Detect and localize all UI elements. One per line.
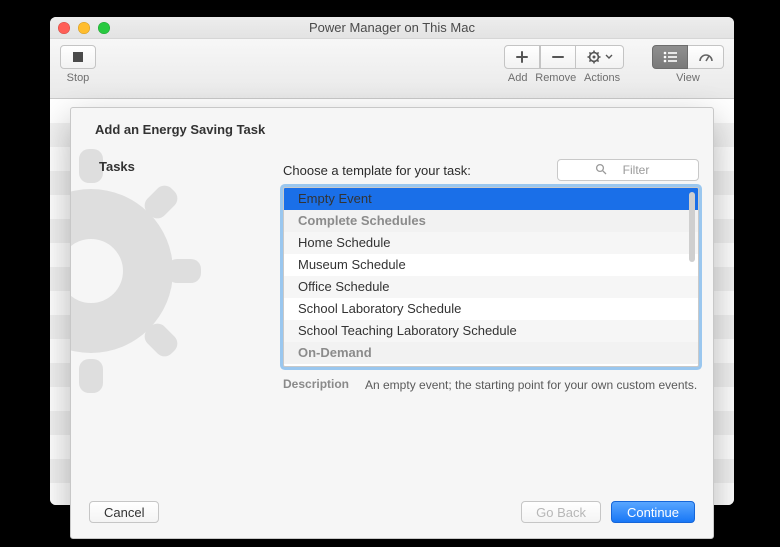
titlebar: Power Manager on This Mac bbox=[50, 17, 734, 39]
go-back-button[interactable]: Go Back bbox=[521, 501, 601, 523]
close-window-button[interactable] bbox=[58, 22, 70, 34]
choose-template-label: Choose a template for your task: bbox=[283, 163, 471, 178]
view-list-button[interactable] bbox=[652, 45, 688, 69]
task-sheet: Add an Energy Saving Task bbox=[70, 107, 714, 539]
toolbar: Stop Add bbox=[50, 39, 734, 99]
window-title: Power Manager on This Mac bbox=[50, 20, 734, 35]
list-icon bbox=[662, 51, 678, 63]
list-item[interactable]: Home Schedule bbox=[284, 232, 698, 254]
view-label: View bbox=[652, 72, 724, 84]
gauge-icon bbox=[698, 51, 714, 63]
list-item[interactable]: Museum Schedule bbox=[284, 254, 698, 276]
continue-button[interactable]: Continue bbox=[611, 501, 695, 523]
stop-label: Stop bbox=[60, 72, 96, 84]
remove-button[interactable] bbox=[540, 45, 576, 69]
plus-icon bbox=[515, 50, 529, 64]
cancel-button[interactable]: Cancel bbox=[89, 501, 159, 523]
gear-icon bbox=[587, 50, 603, 64]
stop-icon bbox=[72, 51, 84, 63]
list-item[interactable]: Empty Event bbox=[284, 188, 698, 210]
list-item[interactable]: School Laboratory Schedule bbox=[284, 298, 698, 320]
window-controls bbox=[58, 22, 110, 34]
view-gauge-button[interactable] bbox=[688, 45, 724, 69]
remove-label: Remove bbox=[535, 72, 576, 84]
actions-button[interactable] bbox=[576, 45, 624, 69]
sheet-title: Add an Energy Saving Task bbox=[71, 108, 713, 145]
scrollbar-thumb[interactable] bbox=[689, 192, 695, 262]
filter-input[interactable] bbox=[557, 159, 699, 181]
list-item[interactable]: Office Schedule bbox=[284, 276, 698, 298]
add-label: Add bbox=[508, 72, 528, 84]
list-section-header: On-Demand bbox=[284, 342, 698, 364]
add-button[interactable] bbox=[504, 45, 540, 69]
stop-button[interactable] bbox=[60, 45, 96, 69]
chevron-down-icon bbox=[605, 50, 613, 64]
description-label: Description bbox=[283, 377, 355, 393]
list-item[interactable]: School Teaching Laboratory Schedule bbox=[284, 320, 698, 342]
sheet-footer: Cancel Go Back Continue bbox=[71, 486, 713, 538]
template-listbox[interactable]: Empty EventComplete SchedulesHome Schedu… bbox=[283, 187, 699, 367]
minus-icon bbox=[551, 50, 565, 64]
search-icon bbox=[595, 163, 607, 175]
tasks-heading: Tasks bbox=[99, 159, 259, 174]
description-text: An empty event; the starting point for y… bbox=[365, 377, 699, 393]
main-window: Power Manager on This Mac Stop bbox=[50, 17, 734, 505]
list-section-header: Complete Schedules bbox=[284, 210, 698, 232]
minimize-window-button[interactable] bbox=[78, 22, 90, 34]
actions-label: Actions bbox=[584, 72, 620, 84]
zoom-window-button[interactable] bbox=[98, 22, 110, 34]
